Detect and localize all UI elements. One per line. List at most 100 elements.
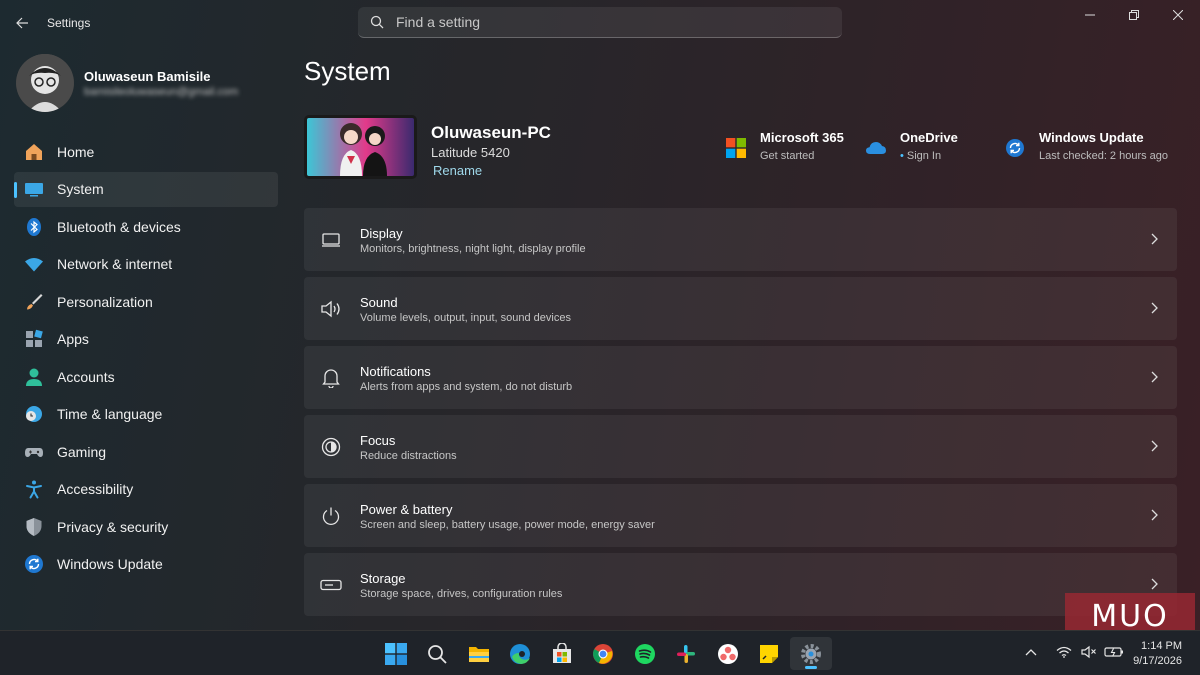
sidebar-item-gaming[interactable]: Gaming [14, 434, 278, 469]
taskbar-file-explorer[interactable] [458, 637, 500, 670]
row-title: Focus [360, 433, 396, 448]
speaker-icon [320, 298, 342, 320]
settings-row-focus[interactable]: Focus Reduce distractions [304, 415, 1177, 478]
apps-icon [24, 329, 44, 349]
sidebar-item-accessibility[interactable]: Accessibility [14, 472, 278, 507]
title-bar: Settings [0, 0, 1200, 46]
microsoft-365-icon [725, 137, 747, 159]
taskbar-asana[interactable] [707, 637, 749, 670]
quick-link-onedrive[interactable]: OneDrive • Sign In [865, 130, 958, 162]
accessibility-icon [24, 479, 44, 499]
chevron-right-icon [1151, 302, 1158, 314]
settings-row-display[interactable]: Display Monitors, brightness, night ligh… [304, 208, 1177, 271]
wifi-icon [1056, 646, 1071, 658]
chevron-right-icon [1151, 440, 1158, 452]
sidebar-item-label: System [57, 181, 104, 197]
search-icon [370, 15, 384, 29]
clock-date: 9/17/2026 [1133, 655, 1182, 667]
power-icon [320, 505, 342, 527]
settings-row-power-battery[interactable]: Power & battery Screen and sleep, batter… [304, 484, 1177, 547]
device-card: Oluwaseun-PC Latitude 5420 Rename Micros… [304, 115, 1184, 181]
sidebar-item-label: Accessibility [57, 481, 134, 497]
sidebar-item-bluetooth-devices[interactable]: Bluetooth & devices [14, 209, 278, 244]
show-hidden-icons-button[interactable] [1018, 641, 1043, 663]
slack-icon [677, 644, 696, 663]
restore-icon [1129, 10, 1139, 20]
taskbar-settings[interactable] [790, 637, 832, 670]
taskbar-spotify[interactable] [624, 637, 666, 670]
volume-tray-button[interactable] [1076, 641, 1101, 663]
restore-button[interactable] [1112, 0, 1156, 30]
taskbar-clock[interactable]: 1:14 PM 9/17/2026 [1133, 639, 1182, 669]
network-tray-button[interactable] [1051, 641, 1076, 663]
windows-update-icon [1004, 137, 1026, 159]
chrome-icon [593, 643, 614, 664]
clock-time: 1:14 PM [1141, 640, 1182, 652]
onedrive-icon [865, 137, 887, 159]
quick-link-windows-update[interactable]: Windows Update Last checked: 2 hours ago [1004, 130, 1168, 162]
edge-icon [510, 643, 531, 664]
sidebar-nav: Home System Bluetooth & devices Network … [14, 134, 278, 584]
sidebar-item-time-language[interactable]: Time & language [14, 397, 278, 432]
settings-row-sound[interactable]: Sound Volume levels, output, input, soun… [304, 277, 1177, 340]
back-button[interactable] [10, 12, 34, 34]
status-dot-icon: • [900, 150, 904, 162]
sidebar-item-network-internet[interactable]: Network & internet [14, 247, 278, 282]
window-controls [1068, 0, 1200, 32]
bluetooth-icon [24, 217, 44, 237]
battery-tray-button[interactable] [1101, 641, 1126, 663]
home-icon [24, 142, 44, 162]
taskbar-store[interactable] [541, 637, 583, 670]
taskbar-sticky-notes[interactable] [749, 637, 791, 670]
quick-link-title: Microsoft 365 [760, 130, 844, 145]
quick-link-microsoft-365[interactable]: Microsoft 365 Get started [725, 130, 844, 162]
row-subtitle: Storage space, drives, configuration rul… [360, 588, 563, 600]
back-arrow-icon [15, 17, 28, 29]
sidebar-item-system[interactable]: System [14, 171, 278, 207]
taskbar-slack[interactable] [666, 637, 708, 670]
shield-icon [24, 517, 44, 537]
update-icon [24, 554, 44, 574]
taskbar-chrome[interactable] [583, 637, 625, 670]
row-subtitle: Alerts from apps and system, do not dist… [360, 381, 573, 393]
taskbar-edge[interactable] [500, 637, 542, 670]
sidebar-item-windows-update[interactable]: Windows Update [14, 547, 278, 582]
sidebar-item-personalization[interactable]: Personalization [14, 284, 278, 319]
chevron-right-icon [1151, 578, 1158, 590]
row-subtitle: Reduce distractions [360, 450, 457, 462]
page-title: System [304, 56, 391, 86]
close-button[interactable] [1156, 0, 1200, 30]
user-profile[interactable]: Oluwaseun Bamisile bamisileoluwaseun@gma… [16, 54, 286, 112]
row-subtitle: Volume levels, output, input, sound devi… [360, 312, 571, 324]
quick-link-subtitle: Last checked: 2 hours ago [1039, 150, 1169, 162]
settings-row-storage[interactable]: Storage Storage space, drives, configura… [304, 553, 1177, 616]
sidebar-item-home[interactable]: Home [14, 134, 278, 169]
sidebar-item-label: Time & language [57, 406, 163, 422]
search-box[interactable] [358, 7, 842, 38]
gamepad-icon [24, 442, 44, 462]
sidebar-item-privacy-security[interactable]: Privacy & security [14, 509, 278, 544]
sidebar-item-label: Network & internet [57, 256, 173, 272]
device-model: Latitude 5420 [431, 145, 510, 160]
settings-list: Display Monitors, brightness, night ligh… [304, 208, 1177, 622]
brush-icon [24, 292, 44, 312]
minimize-button[interactable] [1068, 0, 1112, 30]
settings-row-notifications[interactable]: Notifications Alerts from apps and syste… [304, 346, 1177, 409]
sidebar-item-apps[interactable]: Apps [14, 322, 278, 357]
quick-link-title: OneDrive [900, 130, 958, 145]
row-title: Storage [360, 571, 406, 586]
file-explorer-icon [468, 646, 489, 662]
row-title: Notifications [360, 364, 431, 379]
volume-muted-icon [1080, 645, 1096, 659]
quick-link-subtitle-row: • Sign In [900, 150, 958, 162]
display-icon [320, 229, 342, 251]
start-button[interactable] [375, 637, 417, 670]
chevron-up-icon [1025, 649, 1036, 656]
row-subtitle: Monitors, brightness, night light, displ… [360, 243, 586, 255]
search-input[interactable] [396, 14, 816, 30]
taskbar-search-button[interactable] [417, 637, 459, 670]
spotify-icon [634, 643, 655, 664]
avatar [16, 54, 74, 112]
rename-link[interactable]: Rename [433, 163, 482, 178]
sidebar-item-accounts[interactable]: Accounts [14, 359, 278, 394]
